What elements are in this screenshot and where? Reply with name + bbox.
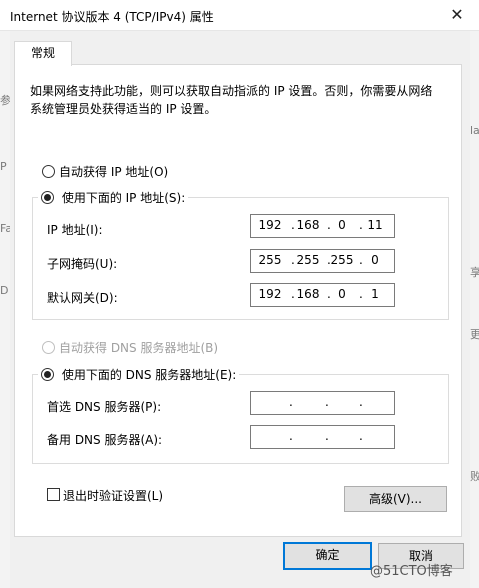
preferred-dns-label: 首选 DNS 服务器(P): xyxy=(47,400,162,414)
watermark: @51CTO博客 xyxy=(370,564,453,579)
dns-manual-group xyxy=(32,374,449,464)
ip-manual-label[interactable]: 使用下面的 IP 地址(S): xyxy=(62,191,185,205)
advanced-button[interactable]: 高级(V)... xyxy=(344,486,447,512)
ip-manual-legend: 使用下面的 IP 地址(S): xyxy=(38,189,189,206)
alternate-dns-input[interactable]: . . . xyxy=(250,425,395,449)
window-title: Internet 协议版本 4 (TCP/IPv4) 属性 xyxy=(10,10,214,24)
ip-manual-radio[interactable] xyxy=(41,191,54,204)
ok-button[interactable]: 确定 xyxy=(283,542,372,570)
octet-separator: . xyxy=(359,429,363,443)
ip-auto-label[interactable]: 自动获得 IP 地址(O) xyxy=(59,163,168,180)
close-icon[interactable]: ✕ xyxy=(446,4,468,26)
ip-address-input[interactable]: 192 . 168 . 0 . 11 xyxy=(250,214,395,238)
octet-separator: . xyxy=(325,429,329,443)
preferred-dns-input[interactable]: . . . xyxy=(250,391,395,415)
ip-octet: 192 xyxy=(258,218,282,232)
subnet-mask-label: 子网掩码(U): xyxy=(47,257,118,271)
default-gateway-label: 默认网关(D): xyxy=(47,291,118,305)
alternate-dns-label: 备用 DNS 服务器(A): xyxy=(47,433,163,447)
ip-octet: 255 xyxy=(296,253,320,267)
dns-manual-label[interactable]: 使用下面的 DNS 服务器地址(E): xyxy=(62,368,236,382)
ip-octet: 168 xyxy=(296,218,320,232)
dns-auto-label[interactable]: 自动获得 DNS 服务器地址(B) xyxy=(59,339,218,356)
tcpip-properties-dialog: Internet 协议版本 4 (TCP/IPv4) 属性 ✕ 常规 如果网络支… xyxy=(0,0,479,588)
dns-manual-radio[interactable] xyxy=(41,368,54,381)
dns-manual-legend: 使用下面的 DNS 服务器地址(E): xyxy=(38,366,240,383)
default-gateway-input[interactable]: 192 . 168 . 0 . 1 xyxy=(250,283,395,307)
octet-separator: . xyxy=(289,429,293,443)
tab-general[interactable]: 常规 xyxy=(14,41,72,66)
validate-label[interactable]: 退出时验证设置(L) xyxy=(63,487,163,504)
ip-octet: 11 xyxy=(367,218,383,232)
ip-octet: 0 xyxy=(338,287,346,301)
ip-octet: 0 xyxy=(338,218,346,232)
description-text: 如果网络支持此功能，则可以获取自动指派的 IP 设置。否则，你需要从网络系统管理… xyxy=(30,84,433,116)
ip-octet: 0 xyxy=(371,253,379,267)
octet-separator: . xyxy=(359,395,363,409)
validate-checkbox[interactable] xyxy=(47,488,60,501)
ip-octet: 168 xyxy=(296,287,320,301)
ip-octet: 192 xyxy=(258,287,282,301)
subnet-mask-input[interactable]: 255 . 255 . 255 . 0 xyxy=(250,249,395,273)
ip-octet: 1 xyxy=(371,287,379,301)
ip-auto-radio[interactable] xyxy=(42,165,55,178)
dns-auto-radio[interactable] xyxy=(42,341,55,354)
octet-separator: . xyxy=(289,395,293,409)
ip-octet: 255 xyxy=(258,253,282,267)
title-bar[interactable]: Internet 协议版本 4 (TCP/IPv4) 属性 ✕ xyxy=(0,0,479,31)
ip-octet: 255 xyxy=(330,253,354,267)
octet-separator: . xyxy=(325,395,329,409)
ip-address-label: IP 地址(I): xyxy=(47,223,103,237)
